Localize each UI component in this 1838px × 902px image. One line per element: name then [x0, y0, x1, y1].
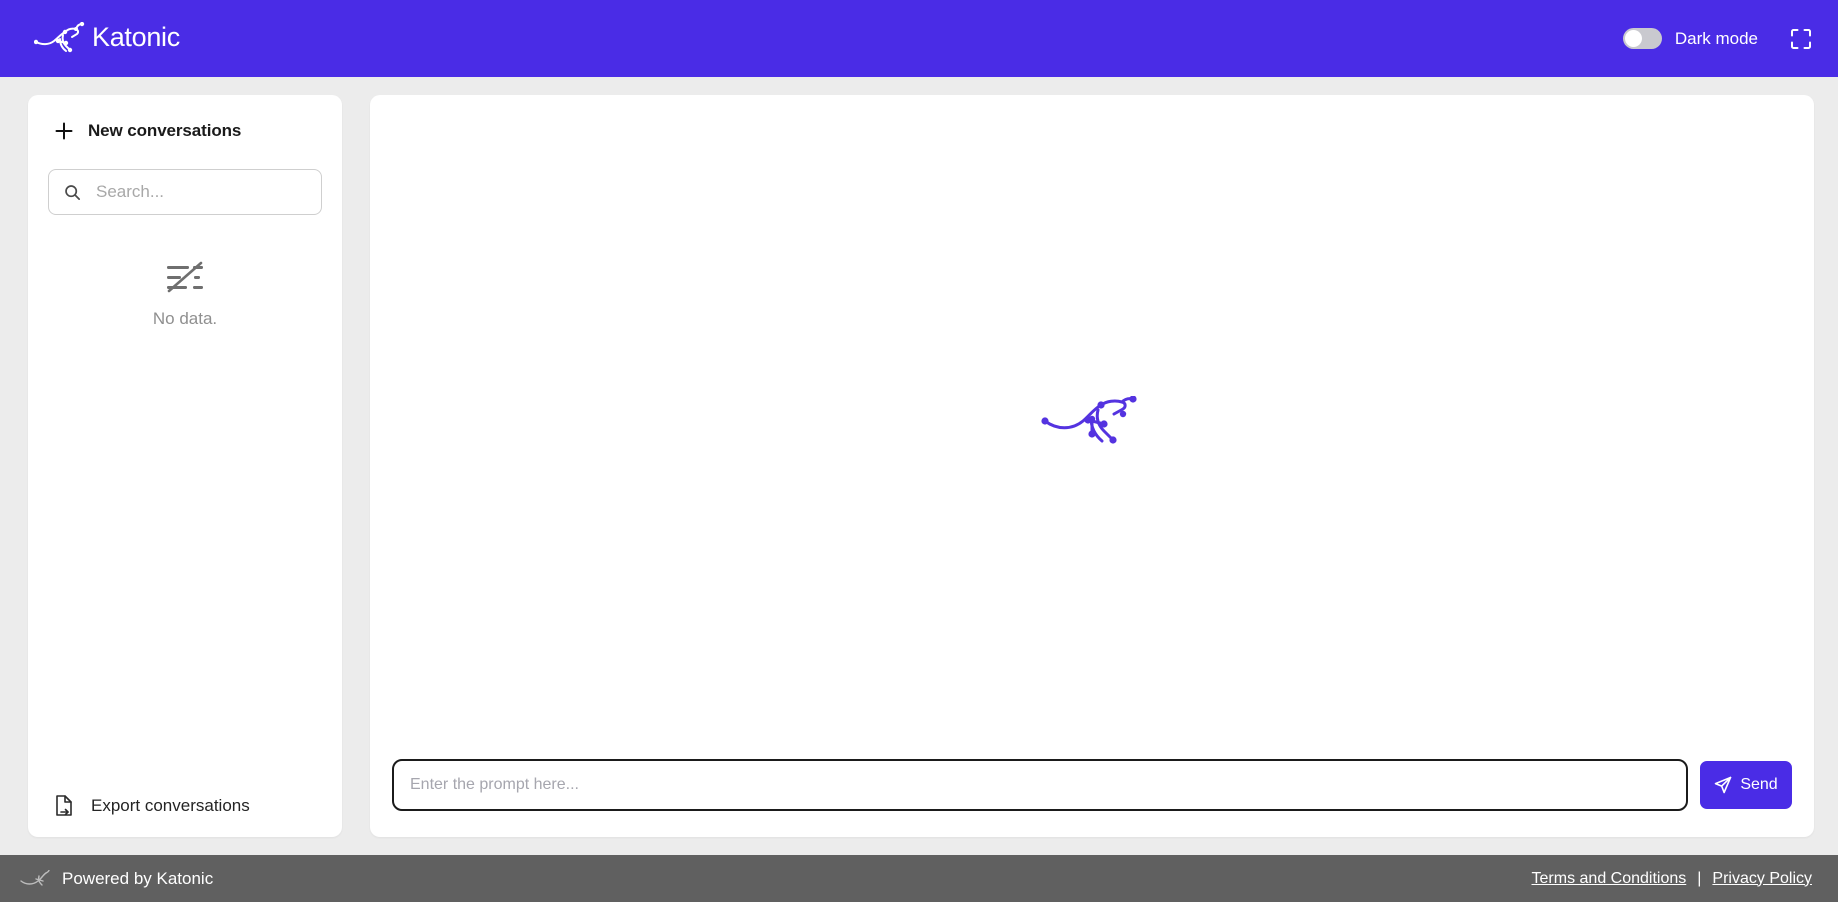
send-button[interactable]: Send — [1700, 761, 1792, 809]
export-conversations-label: Export conversations — [91, 795, 250, 815]
chat-messages-area — [370, 95, 1814, 759]
footer-link-separator: | — [1697, 869, 1702, 887]
footer-links: Terms and Conditions | Privacy Policy — [1532, 870, 1812, 888]
app-header: Katonic Dark mode — [0, 0, 1838, 77]
fullscreen-icon[interactable] — [1788, 26, 1814, 52]
search-icon — [63, 183, 82, 202]
kangaroo-watermark-icon — [1040, 395, 1145, 458]
new-conversation-button[interactable]: New conversations — [48, 117, 322, 145]
conversation-sidebar: New conversations Search... No data. Exp… — [28, 95, 342, 837]
dark-mode-control[interactable]: Dark mode — [1622, 28, 1758, 49]
header-actions: Dark mode — [1622, 26, 1814, 52]
terms-and-conditions-link[interactable]: Terms and Conditions — [1532, 870, 1687, 888]
toggle-knob — [1624, 30, 1642, 47]
plus-icon — [54, 121, 74, 141]
prompt-input[interactable] — [408, 761, 1672, 809]
kangaroo-logo-icon — [33, 21, 86, 56]
send-paper-plane-icon — [1714, 776, 1732, 794]
export-conversations-button[interactable]: Export conversations — [48, 788, 322, 819]
no-data-text: No data. — [152, 309, 218, 328]
search-box[interactable] — [48, 169, 322, 215]
prompt-box[interactable] — [392, 759, 1688, 811]
powered-by-text: Powered by Katonic — [62, 868, 214, 888]
empty-state: No data. — [48, 261, 322, 788]
privacy-policy-link[interactable]: Privacy Policy — [1712, 870, 1812, 888]
composer: Send — [370, 759, 1814, 837]
dark-mode-label: Dark mode — [1674, 28, 1758, 48]
dark-mode-toggle[interactable] — [1622, 28, 1662, 49]
kangaroo-logo-small-icon — [20, 868, 50, 888]
chat-panel: Send — [370, 95, 1814, 837]
new-conversation-label: New conversations — [88, 121, 242, 140]
footer-branding: Powered by Katonic — [20, 869, 213, 889]
file-export-icon — [54, 794, 75, 817]
brand: Katonic — [33, 21, 180, 56]
no-data-icon — [163, 261, 207, 295]
brand-name: Katonic — [92, 22, 180, 52]
page-body: New conversations Search... No data. Exp… — [0, 77, 1838, 855]
send-button-label: Send — [1740, 776, 1778, 793]
search-input[interactable] — [94, 170, 319, 214]
app-footer: Powered by Katonic Terms and Conditions … — [0, 855, 1838, 902]
